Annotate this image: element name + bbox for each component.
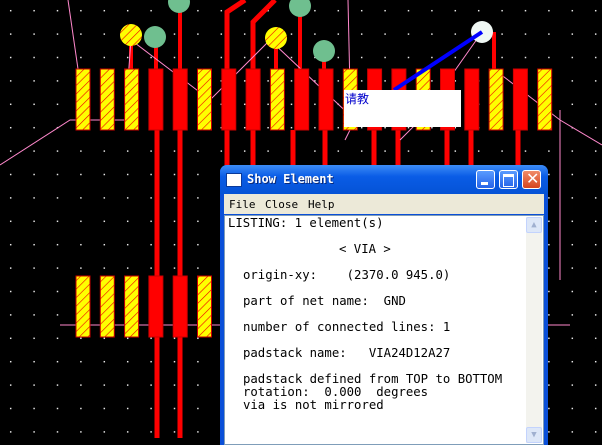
pad[interactable] — [124, 68, 140, 131]
maximize-button[interactable] — [499, 170, 518, 189]
close-button[interactable]: ✕ — [522, 169, 541, 189]
listing-header: LISTING: 1 element(s) — [228, 216, 384, 230]
pad[interactable] — [124, 275, 140, 338]
pad[interactable] — [148, 68, 164, 131]
tooltip-text: 请教 — [345, 92, 370, 106]
pad[interactable] — [172, 275, 188, 338]
listing-text-area[interactable]: LISTING: 1 element(s) < VIA > origin-xy:… — [224, 215, 544, 445]
pad[interactable] — [488, 68, 504, 131]
padstack-name: padstack name: VIA24D12A27 — [243, 346, 451, 360]
pad[interactable] — [245, 68, 261, 131]
title-bar[interactable]: Show Element ✕ — [220, 165, 548, 194]
menu-bar: File Close Help — [224, 194, 544, 214]
window-icon — [227, 174, 241, 186]
pad[interactable] — [269, 68, 285, 131]
pad[interactable] — [318, 68, 334, 131]
pad[interactable] — [148, 275, 164, 338]
pad[interactable] — [99, 275, 115, 338]
minimize-button[interactable] — [476, 170, 495, 189]
element-type: < VIA > — [339, 242, 391, 256]
pad[interactable] — [172, 68, 188, 131]
via[interactable] — [265, 27, 287, 49]
pad[interactable] — [99, 68, 115, 131]
menu-file[interactable]: File — [229, 198, 256, 211]
vertical-scrollbar[interactable]: ▲ ▼ — [526, 217, 542, 443]
menu-help[interactable]: Help — [308, 198, 335, 211]
pad[interactable] — [197, 275, 212, 338]
via[interactable] — [144, 26, 166, 48]
close-icon: ✕ — [526, 169, 540, 188]
pad[interactable] — [537, 68, 553, 131]
tooltip: 请教 — [344, 90, 461, 127]
connected-lines: number of connected lines: 1 — [243, 320, 451, 334]
window-title: Show Element — [247, 172, 334, 186]
pad[interactable] — [75, 68, 91, 131]
scroll-up-button[interactable]: ▲ — [526, 217, 542, 233]
pad[interactable] — [512, 68, 528, 131]
scroll-down-button[interactable]: ▼ — [526, 427, 542, 443]
pad[interactable] — [197, 68, 212, 131]
pad[interactable] — [464, 68, 480, 131]
net-name: part of net name: GND — [243, 294, 406, 308]
pad[interactable] — [221, 68, 237, 131]
origin-xy: origin-xy: (2370.0 945.0) — [243, 268, 451, 282]
via[interactable] — [313, 40, 335, 62]
mirror-status: via is not mirrored — [243, 398, 384, 412]
pad[interactable] — [75, 275, 91, 338]
pad[interactable] — [294, 68, 310, 131]
menu-close[interactable]: Close — [265, 198, 298, 211]
show-element-window: Show Element ✕ File Close Help LISTING: … — [220, 165, 548, 445]
via[interactable] — [120, 24, 142, 46]
